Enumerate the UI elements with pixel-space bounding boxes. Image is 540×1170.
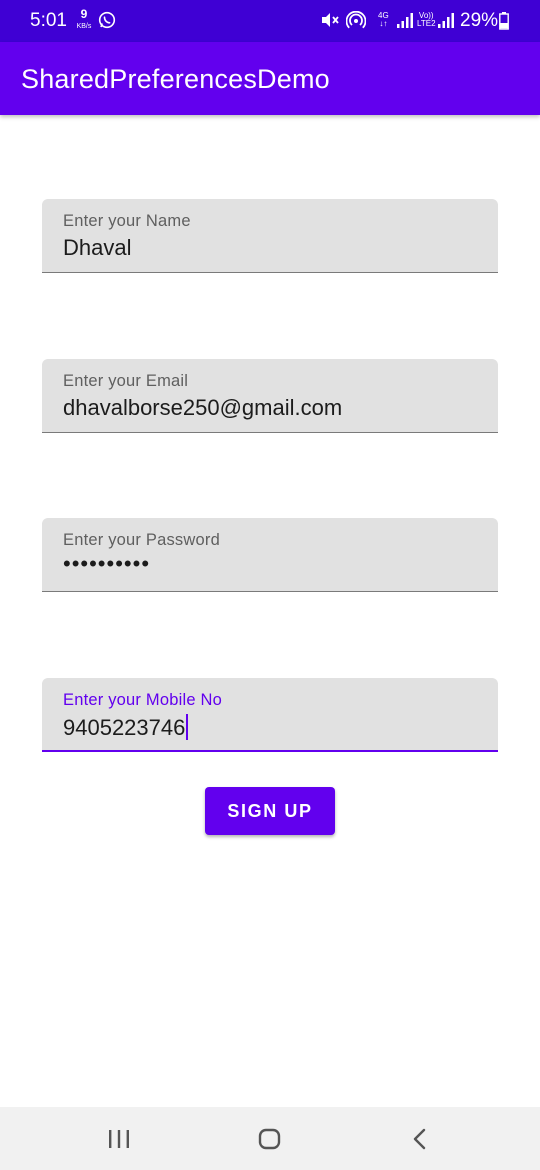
sign-up-button[interactable]: SIGN UP (205, 787, 335, 835)
email-field-label: Enter your Email (63, 372, 189, 390)
battery-icon (499, 12, 509, 35)
name-field[interactable]: Enter your Name Dhaval (42, 199, 498, 273)
hotspot-icon (345, 10, 367, 36)
lte-label: LTE2 (417, 19, 436, 28)
back-icon[interactable] (412, 1128, 428, 1155)
mobile-field-label: Enter your Mobile No (63, 691, 222, 709)
net-speed-value: 9 (80, 7, 88, 21)
home-icon[interactable] (258, 1128, 282, 1155)
email-field[interactable]: Enter your Email dhavalborse250@gmail.co… (42, 359, 498, 433)
recents-icon[interactable] (108, 1129, 130, 1154)
password-field-value[interactable]: •••••••••• (63, 551, 150, 577)
signal-icon-2 (437, 13, 455, 34)
status-bar: 5:01 9 KB/s 4G ↓↑ Vo)) LTE2 29% (0, 0, 540, 42)
mobile-field[interactable]: Enter your Mobile No 9405223746 (42, 678, 498, 752)
password-field-label: Enter your Password (63, 531, 220, 549)
mobile-field-value: 9405223746 (63, 715, 186, 740)
name-field-label: Enter your Name (63, 212, 191, 230)
mobile-field-value-wrap[interactable]: 9405223746 (63, 714, 189, 741)
name-field-value[interactable]: Dhaval (63, 235, 131, 261)
network-type: 4G ↓↑ (378, 11, 389, 28)
battery-percent: 29% (460, 10, 499, 31)
mute-icon (320, 11, 340, 34)
net-speed-unit: KB/s (76, 23, 92, 30)
volte-indicator: Vo)) LTE2 (417, 12, 436, 28)
app-bar: SharedPreferencesDemo (0, 42, 540, 115)
password-field[interactable]: Enter your Password •••••••••• (42, 518, 498, 592)
signal-icon (396, 13, 414, 34)
text-cursor (186, 714, 189, 740)
app-title: SharedPreferencesDemo (21, 64, 330, 94)
email-field-value[interactable]: dhavalborse250@gmail.com (63, 395, 342, 421)
whatsapp-icon (98, 11, 116, 34)
net-speed-indicator: 9 KB/s (74, 7, 94, 31)
navigation-bar (0, 1107, 540, 1170)
status-time: 5:01 (30, 10, 67, 31)
network-type-label: 4G (378, 11, 389, 20)
